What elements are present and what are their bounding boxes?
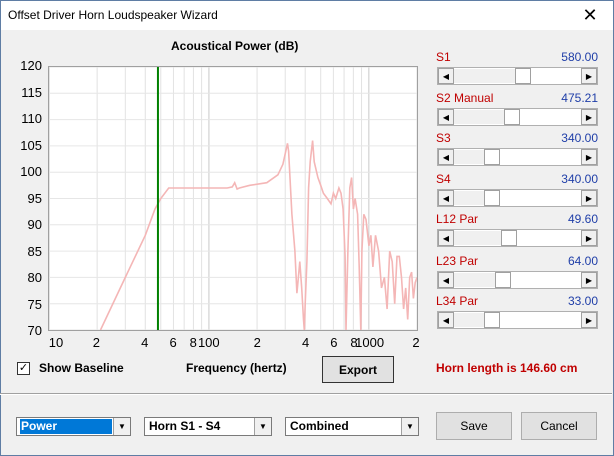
section-select[interactable]: Horn S1 - S4 ▼	[144, 417, 272, 436]
param-name: S1	[436, 50, 451, 64]
y-tick-label: 100	[20, 164, 42, 179]
param-value: 475.21	[561, 91, 598, 105]
title-bar: Offset Driver Horn Loudspeaker Wizard ✕	[1, 1, 613, 30]
param-name: L12 Par	[436, 212, 479, 226]
param-slider[interactable]: ◀ ▶	[437, 229, 598, 247]
slider-thumb[interactable]	[483, 190, 500, 206]
y-tick-label: 80	[27, 270, 42, 285]
chevron-down-icon[interactable]: ▼	[113, 418, 130, 435]
param-slider[interactable]: ◀ ▶	[437, 271, 598, 289]
chevron-left-icon[interactable]: ◀	[438, 109, 454, 125]
output-select-value: Combined	[290, 419, 349, 433]
x-tick-label: 6	[330, 335, 338, 350]
y-tick-label: 85	[27, 243, 42, 259]
x-tick-label: 1000	[355, 335, 385, 350]
y-tick-label: 75	[27, 296, 42, 312]
x-axis-label: Frequency (hertz)	[186, 361, 287, 375]
param-value: 49.60	[567, 212, 598, 226]
chevron-right-icon[interactable]: ▶	[581, 312, 597, 328]
param-value: 64.00	[567, 254, 598, 268]
x-tick-label: 4	[301, 335, 310, 350]
param-name: S2 Manual	[436, 91, 494, 105]
chevron-left-icon[interactable]: ◀	[438, 68, 454, 84]
cancel-button-label: Cancel	[540, 419, 578, 433]
plot-area	[48, 66, 418, 331]
param-slider[interactable]: ◀ ▶	[437, 148, 598, 166]
x-tick-label: 2	[92, 335, 101, 350]
y-tick-label: 70	[27, 323, 42, 338]
chevron-left-icon[interactable]: ◀	[438, 190, 454, 206]
chevron-right-icon[interactable]: ▶	[581, 149, 597, 165]
window-title: Offset Driver Horn Loudspeaker Wizard	[8, 8, 218, 22]
y-tick-label: 110	[21, 111, 42, 126]
output-select[interactable]: Combined ▼	[285, 417, 419, 436]
x-tick-label: 4	[141, 335, 149, 350]
slider-thumb[interactable]	[515, 68, 532, 84]
chevron-right-icon[interactable]: ▶	[581, 68, 597, 84]
y-tick-label: 95	[27, 190, 42, 206]
power-chart	[48, 66, 418, 331]
param-value: 33.00	[567, 294, 598, 308]
param-slider[interactable]: ◀ ▶	[437, 67, 598, 85]
chevron-left-icon[interactable]: ◀	[438, 312, 454, 328]
divider	[0, 393, 612, 395]
y-tick-label: 90	[27, 217, 42, 232]
x-tick-label: 10	[48, 335, 64, 350]
chevron-right-icon[interactable]: ▶	[581, 272, 597, 288]
slider-track[interactable]	[454, 110, 504, 124]
slider-thumb[interactable]	[500, 230, 517, 246]
show-baseline-label[interactable]: Show Baseline	[39, 361, 124, 375]
power-curve	[99, 140, 418, 331]
close-icon[interactable]: ✕	[567, 1, 613, 30]
horn-length-text: Horn length is 146.60 cm	[436, 361, 578, 375]
y-tick-label: 105	[20, 137, 42, 153]
mode-select[interactable]: Power ▼	[16, 417, 131, 436]
slider-track[interactable]	[454, 231, 501, 245]
chevron-right-icon[interactable]: ▶	[581, 230, 597, 246]
param-name: S4	[436, 172, 451, 186]
save-button-label: Save	[460, 419, 488, 433]
x-tick-label: 8	[189, 335, 197, 350]
chevron-down-icon[interactable]: ▼	[401, 418, 418, 435]
x-tick-label: 100	[197, 335, 220, 350]
chevron-right-icon[interactable]: ▶	[581, 109, 597, 125]
slider-thumb[interactable]	[483, 312, 500, 328]
section-select-value: Horn S1 - S4	[149, 419, 221, 433]
slider-thumb[interactable]	[503, 109, 520, 125]
slider-track[interactable]	[454, 150, 484, 164]
y-tick-label: 115	[21, 84, 42, 100]
show-baseline-checkbox[interactable]: ✓	[17, 362, 30, 375]
param-slider[interactable]: ◀ ▶	[437, 311, 598, 329]
chevron-down-icon[interactable]: ▼	[254, 418, 271, 435]
param-slider[interactable]: ◀ ▶	[437, 189, 598, 207]
x-tick-label: 2	[253, 335, 261, 350]
slider-track[interactable]	[454, 313, 484, 327]
slider-track[interactable]	[454, 69, 516, 83]
chevron-left-icon[interactable]: ◀	[438, 272, 454, 288]
slider-thumb[interactable]	[495, 272, 512, 288]
param-name: S3	[436, 131, 451, 145]
param-value: 340.00	[561, 131, 598, 145]
save-button[interactable]: Save	[436, 412, 512, 440]
chart-title: Acoustical Power (dB)	[171, 39, 299, 53]
param-name: L34 Par	[436, 294, 479, 308]
chevron-left-icon[interactable]: ◀	[438, 230, 454, 246]
slider-thumb[interactable]	[483, 149, 500, 165]
chevron-right-icon[interactable]: ▶	[581, 190, 597, 206]
slider-track[interactable]	[454, 273, 496, 287]
chevron-left-icon[interactable]: ◀	[438, 149, 454, 165]
param-value: 340.00	[561, 172, 598, 186]
cancel-button[interactable]: Cancel	[521, 412, 597, 440]
y-tick-label: 120	[20, 58, 42, 73]
mode-select-value: Power	[20, 419, 112, 434]
x-tick-label: 2	[412, 335, 420, 350]
export-button[interactable]: Export	[322, 356, 394, 383]
slider-track[interactable]	[454, 191, 484, 205]
param-name: L23 Par	[436, 254, 479, 268]
param-slider[interactable]: ◀ ▶	[437, 108, 598, 126]
x-tick-label: 6	[169, 335, 177, 350]
param-value: 580.00	[561, 50, 598, 64]
